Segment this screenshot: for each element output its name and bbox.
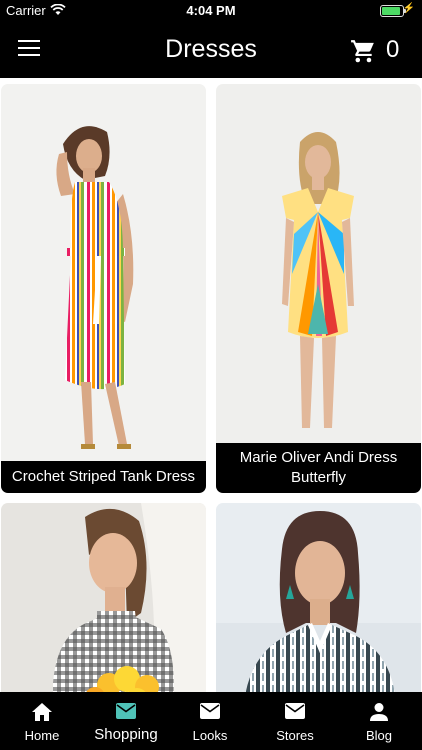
cart-icon[interactable]: [350, 38, 376, 64]
product-card[interactable]: Crochet Striped Tank Dress: [1, 84, 206, 493]
mail-icon: [200, 703, 220, 719]
tab-shopping[interactable]: Shopping: [84, 692, 168, 750]
charging-icon: ⚡: [402, 3, 415, 14]
status-bar: Carrier 4:04 PM ⚡: [0, 0, 422, 22]
mail-icon: [116, 703, 136, 719]
cart-count: 0: [386, 36, 400, 63]
navigation-bar: Dresses 0: [0, 22, 422, 78]
product-image: [216, 503, 421, 692]
home-icon: [32, 703, 52, 721]
tab-looks[interactable]: Looks: [168, 692, 252, 750]
status-time: 4:04 PM: [186, 3, 236, 18]
tab-label: Looks: [192, 728, 228, 743]
mail-icon: [285, 703, 305, 719]
tab-label: Home: [24, 728, 60, 743]
product-image: [1, 84, 206, 493]
product-image: [216, 84, 421, 493]
product-grid: Crochet Striped Tank Dress Marie Oliver …: [0, 78, 422, 692]
battery-icon: [380, 5, 406, 17]
tab-label: Stores: [276, 728, 314, 743]
tab-stores[interactable]: Stores: [253, 692, 337, 750]
tab-blog[interactable]: Blog: [337, 692, 421, 750]
product-card[interactable]: [1, 503, 206, 692]
tab-bar: Home Shopping Looks Stores Blog: [0, 692, 422, 750]
product-image: [1, 503, 206, 692]
product-name: Marie Oliver Andi Dress Butterfly: [216, 443, 421, 493]
tab-label: Blog: [365, 728, 393, 743]
person-icon: [370, 703, 388, 721]
product-card[interactable]: Marie Oliver Andi Dress Butterfly: [216, 84, 421, 493]
tab-label: Shopping: [94, 726, 158, 743]
product-card[interactable]: [216, 503, 421, 692]
tab-home[interactable]: Home: [0, 692, 84, 750]
product-name: Crochet Striped Tank Dress: [1, 461, 206, 493]
